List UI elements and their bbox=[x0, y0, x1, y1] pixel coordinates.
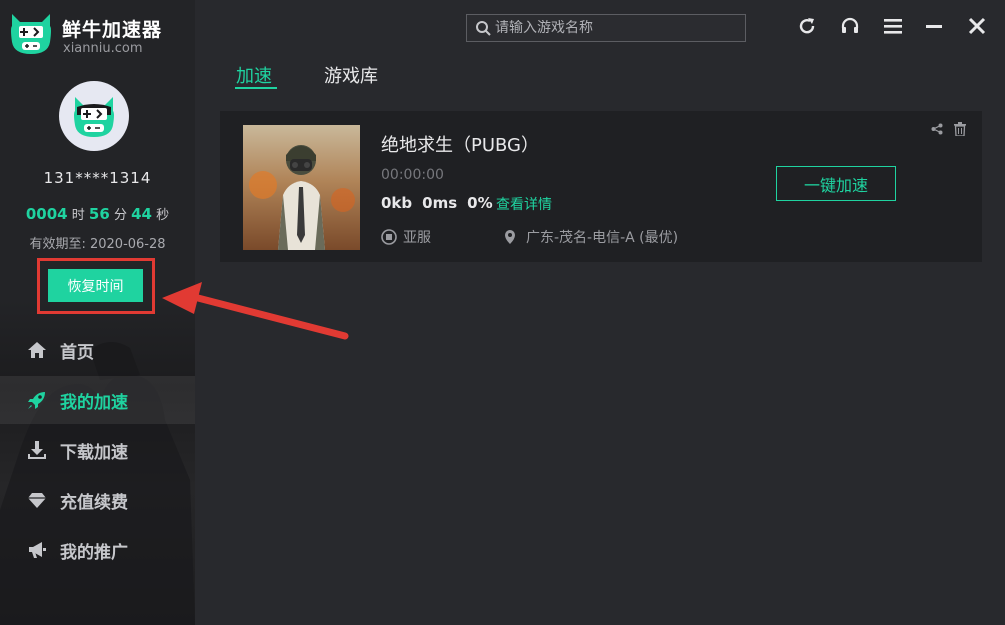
close-button[interactable] bbox=[965, 14, 989, 38]
remaining-time: 0004 时 56 分 44 秒 bbox=[0, 204, 195, 223]
packet-loss-value: 0% bbox=[467, 194, 493, 212]
server-icon bbox=[381, 229, 397, 245]
close-icon bbox=[968, 17, 986, 35]
location-pin-icon bbox=[505, 230, 515, 244]
server-region-label: 亚服 bbox=[403, 230, 431, 246]
search-input[interactable] bbox=[491, 20, 735, 36]
tab-accelerate[interactable]: 加速 bbox=[236, 62, 272, 88]
megaphone-icon bbox=[26, 539, 48, 561]
annotation-arrow bbox=[162, 282, 349, 340]
search-icon bbox=[476, 21, 491, 36]
share-icon bbox=[931, 123, 943, 135]
app-logo bbox=[11, 14, 51, 54]
sidebar-item-label: 我的加速 bbox=[60, 392, 128, 413]
hours-unit: 时 bbox=[71, 208, 85, 223]
highlight-box: 恢复时间 bbox=[37, 258, 155, 314]
minimize-button[interactable] bbox=[922, 14, 946, 38]
sidebar-item-my-acceleration[interactable]: 我的加速 bbox=[0, 376, 195, 424]
game-title: 绝地求生（PUBG） bbox=[381, 135, 540, 156]
diamond-icon bbox=[26, 489, 48, 511]
avatar[interactable] bbox=[59, 81, 129, 151]
delete-button[interactable] bbox=[953, 122, 967, 136]
sidebar-item-promotion[interactable]: 我的推广 bbox=[0, 526, 195, 574]
sidebar-item-label: 首页 bbox=[60, 342, 94, 363]
active-tab-indicator bbox=[235, 87, 277, 89]
route-selector[interactable]: 广东-茂名-电信-A (最优) bbox=[502, 227, 678, 247]
rocket-icon bbox=[26, 389, 48, 411]
one-click-accelerate-button[interactable]: 一键加速 bbox=[776, 166, 896, 201]
user-id: 131****1314 bbox=[43, 169, 152, 187]
home-icon bbox=[26, 339, 48, 361]
route-label: 广东-茂名-电信-A (最优) bbox=[526, 230, 679, 246]
seconds-unit: 秒 bbox=[156, 208, 170, 223]
server-region[interactable]: 亚服 bbox=[381, 227, 431, 247]
minutes-unit: 分 bbox=[113, 208, 127, 223]
app-name: 鲜牛加速器 bbox=[62, 19, 163, 41]
restore-time-button[interactable]: 恢复时间 bbox=[48, 269, 143, 302]
support-button[interactable] bbox=[838, 14, 862, 38]
network-stats: 0kb 0ms 0% bbox=[381, 194, 503, 212]
sidebar-item-label: 下载加速 bbox=[60, 442, 128, 463]
sidebar-item-label: 我的推广 bbox=[60, 542, 128, 563]
minimize-icon bbox=[926, 25, 942, 28]
remaining-minutes: 56 bbox=[88, 205, 110, 223]
game-cover-image bbox=[243, 125, 360, 250]
sidebar-item-label: 充值续费 bbox=[60, 492, 128, 513]
expiry-date: 有效期至: 2020-06-28 bbox=[29, 237, 166, 252]
acceleration-timer: 00:00:00 bbox=[381, 167, 444, 183]
sidebar-item-download[interactable]: 下载加速 bbox=[0, 426, 195, 474]
avatar-logo-icon bbox=[74, 97, 114, 137]
headset-icon bbox=[841, 17, 859, 33]
share-button[interactable] bbox=[930, 122, 944, 136]
tab-game-library[interactable]: 游戏库 bbox=[324, 62, 378, 88]
refresh-button[interactable] bbox=[795, 14, 819, 38]
menu-button[interactable] bbox=[881, 14, 905, 38]
remaining-hours: 0004 bbox=[25, 205, 68, 223]
sidebar-item-recharge[interactable]: 充值续费 bbox=[0, 476, 195, 524]
game-card: 绝地求生（PUBG） 00:00:00 0kb 0ms 0% 查看详情 亚服 广东-… bbox=[220, 111, 982, 262]
latency-value: 0ms bbox=[422, 194, 458, 212]
download-icon bbox=[26, 439, 48, 461]
app-site: xianniu.com bbox=[63, 41, 143, 56]
menu-icon bbox=[884, 19, 902, 34]
remaining-seconds: 44 bbox=[131, 205, 152, 223]
refresh-icon bbox=[799, 18, 815, 34]
trash-icon bbox=[954, 122, 966, 136]
search-box[interactable] bbox=[466, 14, 746, 42]
view-details-link[interactable]: 查看详情 bbox=[496, 194, 552, 214]
speed-value: 0kb bbox=[381, 194, 413, 212]
